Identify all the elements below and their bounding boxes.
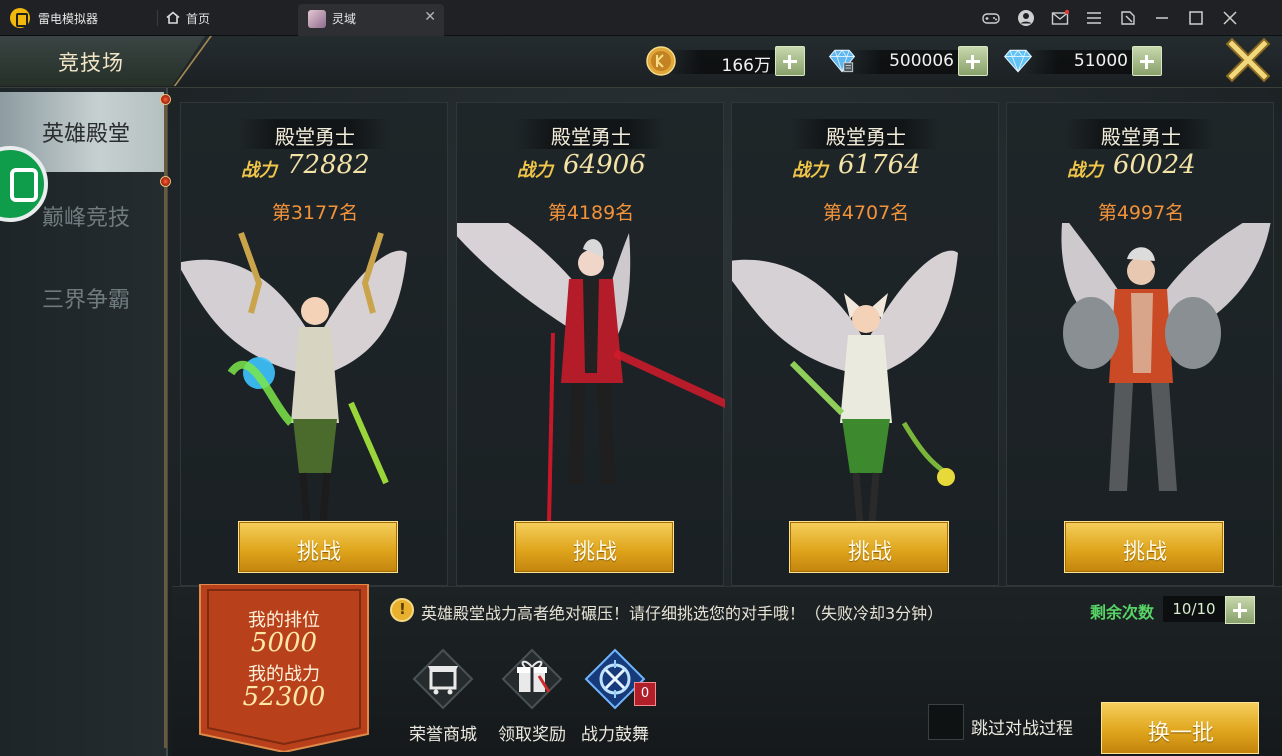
account-icon[interactable] [1017,9,1035,27]
add-gold-button[interactable] [775,46,805,76]
maximize-icon[interactable] [1187,9,1205,27]
currency-bound-diamond-value: 500006 [889,51,954,71]
sidebar-rail [164,98,167,748]
challenge-button[interactable]: 挑战 [514,521,674,573]
tab-divider [157,10,158,26]
menu-icon[interactable] [1085,9,1103,27]
my-rank-info: 我的排位 5000 我的战力 52300 [196,584,372,752]
diamond-icon [1003,49,1033,73]
bound-diamond-icon [828,49,856,73]
remaining-box: 10/10 [1163,596,1225,622]
shrink-icon[interactable] [1119,9,1137,27]
challenge-button-label: 挑战 [1122,540,1167,565]
gamepad-icon[interactable] [982,9,1000,27]
skip-battle-checkbox[interactable] [928,704,964,740]
power-label: 战力 [792,160,828,181]
sidebar-item-label: 英雄殿堂 [42,122,131,147]
sidebar-item-three-realms[interactable]: 三界争霸 [0,258,164,338]
opponent-name: 殿堂勇士 [826,125,906,149]
arena-sidebar: 英雄殿堂 巅峰竞技 三界争霸 [0,88,171,756]
minimize-icon[interactable] [1153,9,1171,27]
currency-gold-value: 166万 [721,56,771,76]
opponent-power: 64906 [563,150,646,180]
opponent-card: 殿堂勇士 战力 72882 第3177名 挑战 [180,102,448,586]
arena-header: 竞技场 166万 500006 51000 [0,36,1282,88]
mail-icon[interactable] [1051,9,1070,27]
challenge-button[interactable]: 挑战 [789,521,949,573]
title-bar: 雷电模拟器 首页 灵域 ✕ [0,0,1282,36]
currency-diamond: 51000 [1002,46,1162,76]
tab-close-icon[interactable]: ✕ [424,9,436,25]
opponent-name: 殿堂勇士 [275,125,355,149]
challenge-button-label: 挑战 [296,540,341,565]
my-power-value: 52300 [242,682,326,712]
arena-screen: 竞技场 166万 500006 51000 英雄殿堂 巅峰竞技 三界争霸 殿堂勇… [0,36,1282,756]
opponent-power: 60024 [1113,150,1196,180]
sidebar-item-label: 巅峰竞技 [42,206,131,231]
claim-reward-label: 领取奖励 [498,725,566,745]
opponent-card: 殿堂勇士 战力 60024 第4997名 挑战 [1006,102,1274,586]
winged-female-mage-figure [181,231,407,523]
close-icon[interactable] [1221,9,1239,27]
emblem-glyph [10,168,38,202]
tab-game[interactable]: 灵域 ✕ [298,4,444,36]
emulator-window: 雷电模拟器 首页 灵域 ✕ 竞技场 166万 500006 51000 英雄殿堂… [0,0,1282,756]
currency-diamond-value: 51000 [1073,51,1128,71]
refresh-opponents-button[interactable]: 换一批 [1101,702,1259,754]
tab-home-label: 首页 [186,12,211,26]
page-title: 竞技场 [58,51,124,75]
opponent-rank: 第4997名 [1097,202,1185,224]
challenge-button-label: 挑战 [847,540,892,565]
power-label: 战力 [517,160,553,181]
refresh-opponents-label: 换一批 [1147,721,1214,746]
app-logo-icon [10,8,30,28]
remaining-value: 10/10 [1172,600,1216,618]
sidebar-item-label: 三界争霸 [42,288,131,313]
gift-reward-icon [501,648,563,710]
warning-icon [390,598,414,622]
gold-coin-icon [646,46,676,76]
power-label: 战力 [1067,160,1103,181]
opponent-card: 殿堂勇士 战力 61764 第4707名 挑战 [731,102,999,586]
currency-gold: 166万 [645,46,805,76]
claim-reward-button[interactable]: 领取奖励 [487,648,577,745]
tab-home[interactable]: 首页 [160,0,296,36]
challenge-button[interactable]: 挑战 [1064,521,1224,573]
power-label: 战力 [241,160,277,181]
opponent-rank: 第4707名 [822,202,910,224]
close-arena-icon[interactable] [1226,38,1270,82]
winged-swordsman-figure [457,223,725,523]
rail-gem-icon [160,94,171,105]
opponent-power: 61764 [838,150,921,180]
opponent-card: 殿堂勇士 战力 64906 第4189名 挑战 [456,102,725,586]
power-inspire-badge: 0 [634,682,656,706]
opponent-rank: 第4189名 [547,202,635,224]
power-inspire-label: 战力鼓舞 [581,725,649,745]
challenge-button[interactable]: 挑战 [238,521,398,573]
home-icon [166,11,180,24]
honor-shop-button[interactable]: 荣誉商城 [398,648,488,745]
skip-battle-label: 跳过对战过程 [971,719,1073,739]
winged-fox-girl-figure [732,250,958,523]
rail-gem-icon [160,176,171,187]
opponent-name: 殿堂勇士 [551,125,631,149]
opponent-rank: 第3177名 [271,202,359,224]
my-rank-value: 5000 [250,628,318,658]
currency-bound-diamond: 500006 [826,46,988,76]
opponent-power: 72882 [287,150,370,180]
game-avatar-icon [308,10,326,28]
add-diamond-button[interactable] [1132,46,1162,76]
add-bound-diamond-button[interactable] [958,46,988,76]
honor-shop-icon [412,648,474,710]
add-attempts-button[interactable] [1225,596,1255,624]
tab-game-label: 灵域 [332,12,357,26]
arena-notice: 英雄殿堂战力高者绝对碾压！请仔细挑选您的对手哦！（失败冷却3分钟） [421,604,944,623]
honor-shop-label: 荣誉商城 [409,725,477,745]
challenge-button-label: 挑战 [572,540,617,565]
remaining-label: 剩余次数 [1090,603,1155,622]
opponent-name: 殿堂勇士 [1101,125,1181,149]
app-name: 雷电模拟器 [38,12,99,26]
winged-armored-warrior-figure [1061,223,1271,491]
